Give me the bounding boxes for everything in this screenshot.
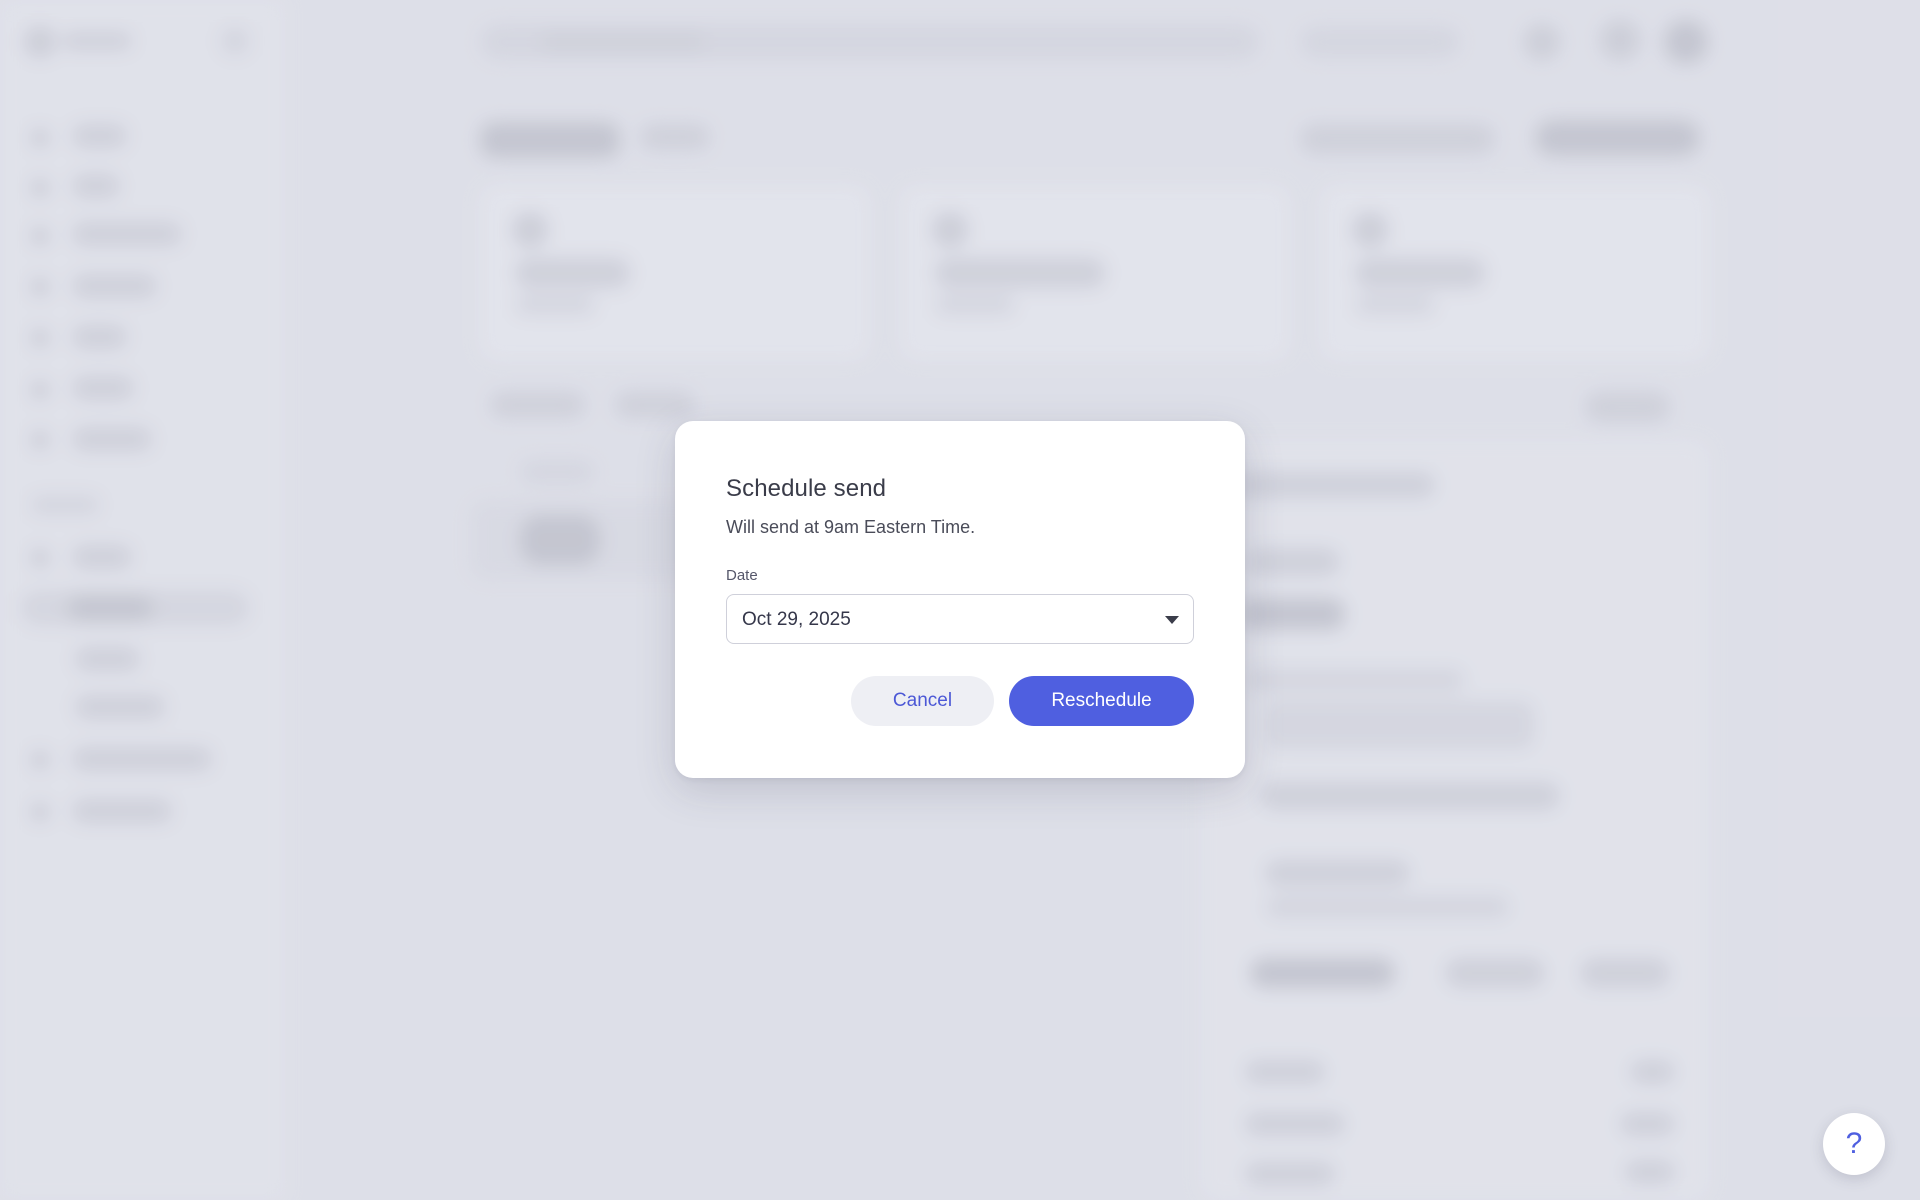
help-button[interactable]: ?: [1823, 1113, 1885, 1175]
caret-down-icon: [1165, 616, 1179, 624]
date-label: Date: [726, 567, 758, 584]
date-select[interactable]: Oct 29, 2025: [726, 594, 1194, 644]
dialog-subtitle: Will send at 9am Eastern Time.: [726, 517, 976, 537]
cancel-button[interactable]: Cancel: [851, 676, 994, 726]
date-select-value: Oct 29, 2025: [742, 609, 851, 630]
dialog-title: Schedule send: [726, 475, 887, 502]
help-icon: ?: [1845, 1127, 1863, 1160]
reschedule-button[interactable]: Reschedule: [1009, 676, 1194, 726]
schedule-send-dialog: Schedule send Will send at 9am Eastern T…: [675, 421, 1245, 778]
